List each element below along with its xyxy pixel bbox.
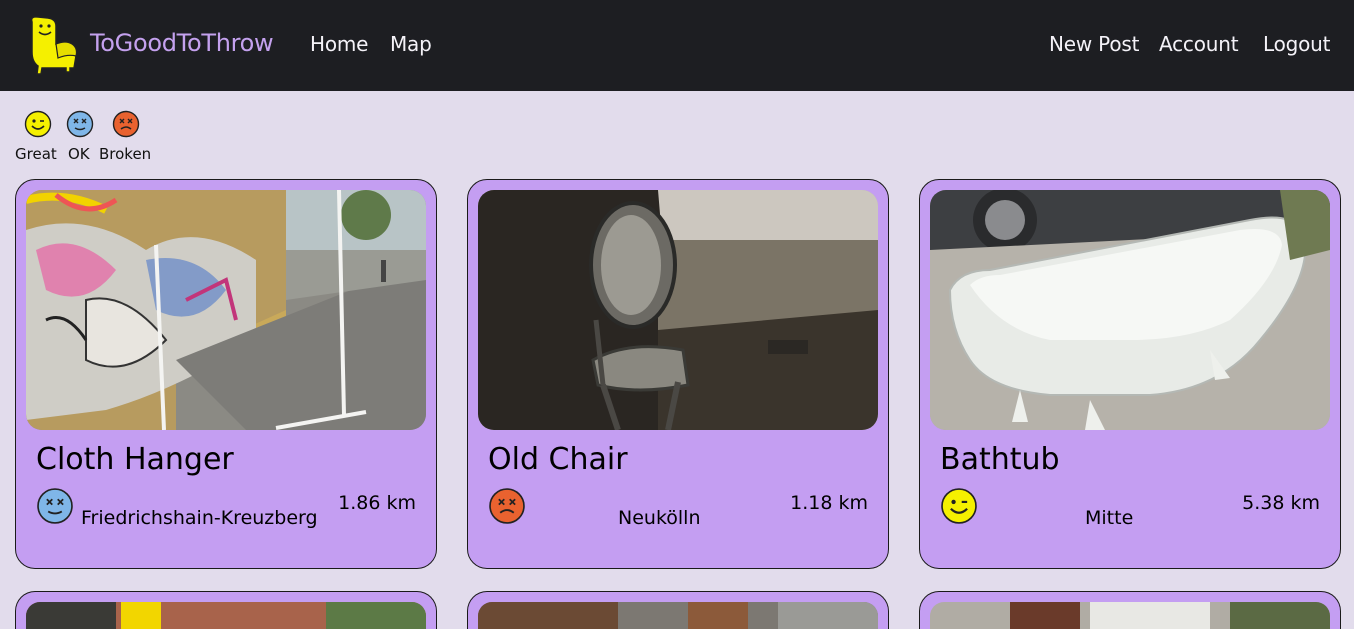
post-district: Neukölln	[618, 507, 701, 529]
nav-map-link[interactable]: Map	[390, 32, 432, 56]
legend-label-ok: OK	[68, 145, 90, 163]
legend-label-great: Great	[15, 145, 57, 163]
smiley-broken-icon	[489, 488, 525, 524]
smiley-broken-icon	[112, 110, 140, 138]
post-distance: 1.18 km	[790, 492, 868, 514]
post-card[interactable]	[467, 591, 889, 629]
post-card[interactable]	[919, 591, 1341, 629]
post-district: Friedrichshain-Kreuzberg	[81, 507, 318, 529]
post-title: Bathtub	[940, 442, 1060, 477]
navbar: ToGoodToThrow Home Map New Post Account …	[0, 0, 1354, 91]
photo-cloth-hanger[interactable]	[26, 190, 426, 430]
post-district: Mitte	[1085, 507, 1134, 529]
smiley-ok-icon	[37, 488, 73, 524]
brand-link[interactable]: ToGoodToThrow	[90, 29, 274, 57]
post-title: Old Chair	[488, 442, 628, 477]
smiley-great-icon	[941, 488, 977, 524]
post-card-cloth-hanger[interactable]: Cloth Hanger Friedrichshain-Kreuzberg 1.…	[15, 179, 437, 569]
nav-account-link[interactable]: Account	[1159, 32, 1239, 56]
post-photo[interactable]	[478, 602, 878, 629]
post-distance: 5.38 km	[1242, 492, 1320, 514]
post-distance: 1.86 km	[338, 492, 416, 514]
post-photo[interactable]	[930, 602, 1330, 629]
post-photo[interactable]	[26, 602, 426, 629]
nav-home-link[interactable]: Home	[310, 32, 368, 56]
armchair-logo-icon[interactable]	[26, 14, 80, 76]
smiley-ok-icon	[66, 110, 94, 138]
photo-old-chair[interactable]	[478, 190, 878, 430]
post-card-bathtub[interactable]: Bathtub Mitte 5.38 km	[919, 179, 1341, 569]
post-title: Cloth Hanger	[36, 442, 234, 477]
post-card-old-chair[interactable]: Old Chair Neukölln 1.18 km	[467, 179, 889, 569]
post-card[interactable]	[15, 591, 437, 629]
legend-label-broken: Broken	[99, 145, 152, 163]
nav-logout-link[interactable]: Logout	[1263, 32, 1330, 56]
nav-new-post-link[interactable]: New Post	[1049, 32, 1139, 56]
smiley-great-icon	[24, 110, 52, 138]
photo-bathtub[interactable]	[930, 190, 1330, 430]
